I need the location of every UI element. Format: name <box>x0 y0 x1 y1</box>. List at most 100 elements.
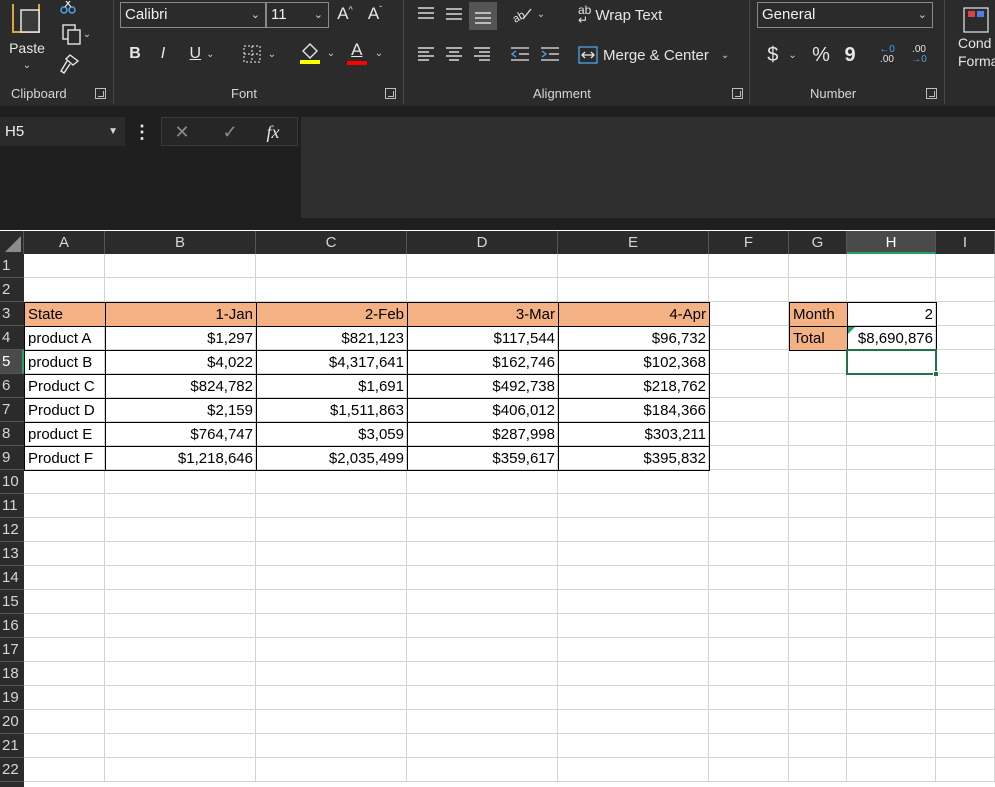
cell-c18[interactable] <box>256 662 407 686</box>
cell-h12[interactable] <box>847 518 936 542</box>
table-header-cell[interactable]: 2-Feb <box>256 302 408 327</box>
cell-f19[interactable] <box>709 686 789 710</box>
cell-a22[interactable] <box>24 758 105 782</box>
cell-c14[interactable] <box>256 566 407 590</box>
cell-a10[interactable] <box>24 470 105 494</box>
cell-f6[interactable] <box>709 374 789 398</box>
row-header-21[interactable]: 21 <box>0 734 24 758</box>
bold-button[interactable]: B <box>124 42 146 66</box>
cell-i15[interactable] <box>936 590 995 614</box>
cell-e17[interactable] <box>558 638 709 662</box>
cell-d1[interactable] <box>407 254 558 278</box>
cell-d10[interactable] <box>407 470 558 494</box>
table-cell[interactable]: $1,218,646 <box>105 446 257 471</box>
cell-i8[interactable] <box>936 422 995 446</box>
cell-f9[interactable] <box>709 446 789 470</box>
cell-c17[interactable] <box>256 638 407 662</box>
row-header-11[interactable]: 11 <box>0 494 24 518</box>
cell-e19[interactable] <box>558 686 709 710</box>
cell-d20[interactable] <box>407 710 558 734</box>
cell-e18[interactable] <box>558 662 709 686</box>
number-format-combo[interactable]: General ⌄ <box>757 2 933 28</box>
row-header-7[interactable]: 7 <box>0 398 24 422</box>
cell-d18[interactable] <box>407 662 558 686</box>
table-cell[interactable]: $492,738 <box>407 374 559 399</box>
cell-i12[interactable] <box>936 518 995 542</box>
cell-g15[interactable] <box>789 590 847 614</box>
row-header-2[interactable]: 2 <box>0 278 24 302</box>
cell-c20[interactable] <box>256 710 407 734</box>
cell-i3[interactable] <box>936 302 995 326</box>
font-color-button[interactable]: A ⌄ <box>344 40 386 66</box>
cell-f11[interactable] <box>709 494 789 518</box>
cell-a17[interactable] <box>24 638 105 662</box>
cell-i5[interactable] <box>936 350 995 374</box>
cell-h17[interactable] <box>847 638 936 662</box>
cell-d11[interactable] <box>407 494 558 518</box>
cell-h2[interactable] <box>847 278 936 302</box>
cell-b20[interactable] <box>105 710 256 734</box>
cell-i11[interactable] <box>936 494 995 518</box>
cell-i1[interactable] <box>936 254 995 278</box>
more-options-icon[interactable]: ⋮ <box>133 120 151 144</box>
cell-h13[interactable] <box>847 542 936 566</box>
italic-button[interactable]: I <box>152 42 174 66</box>
cell-a20[interactable] <box>24 710 105 734</box>
table-header-cell[interactable]: 1-Jan <box>105 302 257 327</box>
cell-f12[interactable] <box>709 518 789 542</box>
cell-a18[interactable] <box>24 662 105 686</box>
table-cell[interactable]: $1,511,863 <box>256 398 408 423</box>
cell-a19[interactable] <box>24 686 105 710</box>
cell-h7[interactable] <box>847 398 936 422</box>
column-header-f[interactable]: F <box>709 231 789 254</box>
cell-d14[interactable] <box>407 566 558 590</box>
table-cell[interactable]: $303,211 <box>558 422 710 447</box>
table-cell[interactable]: $764,747 <box>105 422 257 447</box>
cell-g13[interactable] <box>789 542 847 566</box>
column-header-d[interactable]: D <box>407 231 558 254</box>
cell-g8[interactable] <box>789 422 847 446</box>
table-cell[interactable]: $162,746 <box>407 350 559 375</box>
column-header-h[interactable]: H <box>847 231 936 254</box>
cell-h11[interactable] <box>847 494 936 518</box>
comma-style-button[interactable]: 9 <box>840 42 860 68</box>
cell-f18[interactable] <box>709 662 789 686</box>
cell-b11[interactable] <box>105 494 256 518</box>
cell-a13[interactable] <box>24 542 105 566</box>
cell-f17[interactable] <box>709 638 789 662</box>
cell-c1[interactable] <box>256 254 407 278</box>
table-cell[interactable]: Product C <box>24 374 106 399</box>
copy-button[interactable]: ⌄ <box>55 22 97 46</box>
currency-button[interactable]: $ ⌄ <box>762 42 802 68</box>
table-cell[interactable]: $4,022 <box>105 350 257 375</box>
column-header-g[interactable]: G <box>789 231 847 254</box>
table-cell[interactable]: Product D <box>24 398 106 423</box>
cell-i14[interactable] <box>936 566 995 590</box>
cell-e11[interactable] <box>558 494 709 518</box>
cell-h18[interactable] <box>847 662 936 686</box>
number-launcher-icon[interactable] <box>926 88 937 99</box>
cell-b19[interactable] <box>105 686 256 710</box>
align-left-button[interactable] <box>414 42 438 66</box>
font-size-combo[interactable]: 11 ⌄ <box>266 2 329 28</box>
fill-handle[interactable] <box>933 371 939 377</box>
row-header-22[interactable]: 22 <box>0 758 24 782</box>
cell-f14[interactable] <box>709 566 789 590</box>
cell-f15[interactable] <box>709 590 789 614</box>
cell-i13[interactable] <box>936 542 995 566</box>
month-label-cell[interactable]: Month <box>789 302 848 327</box>
row-header-6[interactable]: 6 <box>0 374 24 398</box>
table-cell[interactable]: Product F <box>24 446 106 471</box>
cell-d15[interactable] <box>407 590 558 614</box>
conditional-formatting-button[interactable]: Cond Forma <box>952 0 995 76</box>
decrease-indent-button[interactable] <box>508 42 532 66</box>
cell-g14[interactable] <box>789 566 847 590</box>
cell-e21[interactable] <box>558 734 709 758</box>
cell-e12[interactable] <box>558 518 709 542</box>
row-header-5[interactable]: 5 <box>0 350 24 374</box>
table-cell[interactable]: $1,691 <box>256 374 408 399</box>
alignment-launcher-icon[interactable] <box>732 88 743 99</box>
cell-f5[interactable] <box>709 350 789 374</box>
wrap-text-button[interactable]: ab ↵ Wrap Text <box>578 2 678 28</box>
cell-g12[interactable] <box>789 518 847 542</box>
